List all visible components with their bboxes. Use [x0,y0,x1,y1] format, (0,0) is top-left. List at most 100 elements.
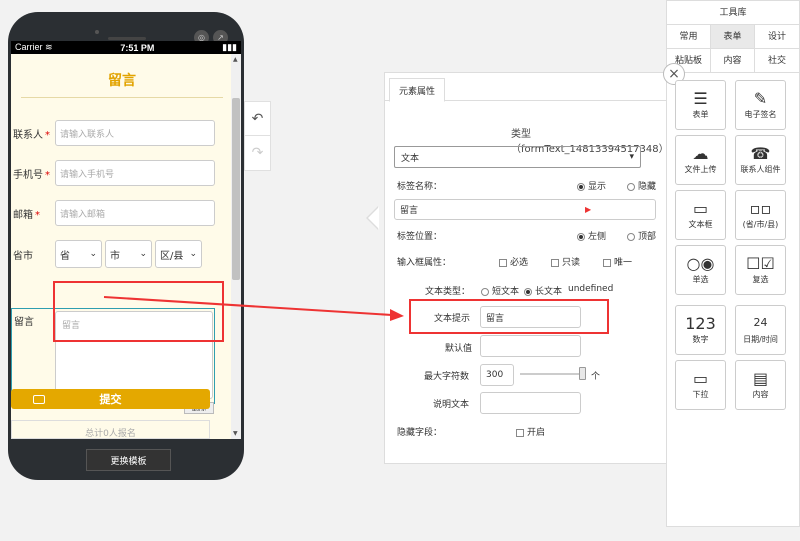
required-mark: * [45,129,50,141]
field-label: 邮箱 [13,209,33,221]
required-checkbox[interactable] [499,258,507,267]
readonly-checkbox[interactable] [551,258,559,267]
hidden-field-label: 隐藏字段： [397,428,443,438]
field-label: 留言 [14,317,34,328]
content-icon: ▤ [752,369,769,388]
signup-count: 总计0人报名 [11,420,210,439]
annotation-box-phone [53,281,224,342]
change-template-button[interactable]: 更换模板 [86,449,171,471]
panel-pointer [366,206,379,230]
tool-number[interactable]: 123 数字 [675,305,726,355]
region-icon: ▫▫ [749,199,772,218]
signature-icon: ✎ [753,89,768,108]
submit-button[interactable]: 提交 [11,389,210,409]
tab-social[interactable]: 社交 [755,49,799,73]
field-label: 省市 [13,250,33,262]
tool-checkbox[interactable]: ☐☑ 复选 [735,245,786,295]
default-value-label: 默认值 [445,344,473,354]
undo-icon[interactable]: ↶ [245,102,270,136]
phone-camera [95,30,99,34]
label-name-label: 标签名称： [397,182,443,192]
max-chars-label: 最大字符数 [424,372,470,382]
tool-contact[interactable]: ☎ 联系人组件 [735,135,786,185]
tab-element-properties[interactable]: 元素属性 [389,78,445,102]
checkbox-icon: ☐☑ [746,254,775,273]
number-icon: 123 [685,314,716,333]
district-select[interactable]: 区/县 ⌄ [155,240,202,268]
description-label: 说明文本 [433,400,470,410]
required-mark: * [35,209,40,221]
long-text-radio[interactable] [524,287,532,296]
unique-checkbox[interactable] [603,258,611,267]
phone-input[interactable]: 请输入手机号 [55,160,215,186]
input-attr-label: 输入框属性： [397,258,452,268]
tab-form[interactable]: 表单 [711,25,755,49]
chevron-down-icon: ⌄ [189,249,197,259]
chevron-down-icon: ⌄ [139,249,147,259]
phone-screen: Carrier ≋ 7:51 PM ▮▮▮ 留言 联系人 * 请输入联系人 手机号… [11,41,241,439]
default-value-input[interactable] [480,335,581,357]
email-input[interactable]: 请输入邮箱 [55,200,215,226]
form-title: 留言 [21,70,223,98]
field-label: 手机号 [13,169,43,181]
briefcase-icon [33,395,45,404]
type-select[interactable]: 文本 ▾ [394,146,641,168]
status-bar: Carrier ≋ 7:51 PM ▮▮▮ [11,41,241,54]
scroll-up-icon[interactable]: ▲ [233,56,238,63]
toolbox-title: 工具库 [667,1,799,25]
tab-content[interactable]: 内容 [711,49,755,73]
wifi-icon: ≋ [45,42,53,52]
tool-dropdown[interactable]: ▭ 下拉 [675,360,726,410]
field-contact: 联系人 * 请输入联系人 [13,120,215,146]
chevron-down-icon: ⌄ [89,249,97,259]
top-radio[interactable] [627,232,635,241]
left-radio[interactable] [577,232,585,241]
short-text-radio[interactable] [481,287,489,296]
tool-datetime[interactable]: 24 日期/时间 [735,305,786,355]
hidden-field-checkbox[interactable] [516,428,524,437]
max-chars-slider-handle[interactable] [579,367,586,380]
tool-region[interactable]: ▫▫ (省/市/县) [735,190,786,240]
scroll-thumb[interactable] [232,98,240,280]
max-chars-input[interactable]: 300 [480,364,514,386]
dropdown-icon: ▭ [692,369,709,388]
field-region: 省市 省 ⌄ 市 ⌄ 区/县 ⌄ [13,240,205,268]
field-email: 邮箱 * 请输入邮箱 [13,200,215,226]
tool-radio[interactable]: ○◉ 单选 [675,245,726,295]
city-select[interactable]: 市 ⌄ [105,240,152,268]
label-name-input[interactable]: 留言 ▶ [394,199,656,220]
radio-icon: ○◉ [686,254,715,273]
hide-radio[interactable] [627,182,635,191]
province-select[interactable]: 省 ⌄ [55,240,102,268]
properties-panel: 元素属性 类型（formText_14813394517348） 文本 ▾ 标签… [384,72,675,464]
tool-signature[interactable]: ✎ 电子签名 [735,80,786,130]
contact-icon: ☎ [750,144,771,163]
description-input[interactable] [480,392,581,414]
tool-content[interactable]: ▤ 内容 [735,360,786,410]
text-type-label: 文本类型： [425,287,471,297]
tool-form[interactable]: ☰ 表单 [675,80,726,130]
tab-common[interactable]: 常用 [667,25,711,49]
scroll-down-icon[interactable]: ▼ [233,430,238,437]
tool-upload[interactable]: ☁ 文件上传 [675,135,726,185]
carrier-label: Carrier [15,42,43,52]
history-controls: ↶ ↷ [244,101,271,171]
tab-design[interactable]: 设计 [755,25,799,49]
field-label: 联系人 [13,129,43,141]
battery-icon: ▮▮▮ [222,42,237,52]
max-chars-slider-track[interactable] [520,373,586,375]
dropdown-arrow-icon: ▾ [629,152,634,162]
upload-icon: ☁ [692,144,709,163]
contact-input[interactable]: 请输入联系人 [55,120,215,146]
annotation-box-panel [409,299,609,334]
form-area: 留言 联系人 * 请输入联系人 手机号 * 请输入手机号 邮箱 * 请输入邮箱 省市 … [11,54,231,439]
clock: 7:51 PM [120,42,155,53]
unit-label: 个 [591,372,601,382]
tool-textbox[interactable]: ▭ 文本框 [675,190,726,240]
field-phone: 手机号 * 请输入手机号 [13,160,215,186]
form-icon: ☰ [693,89,708,108]
show-radio[interactable] [577,182,585,191]
scrollbar[interactable]: ▲ ▼ [231,54,241,439]
redo-icon[interactable]: ↷ [245,136,270,170]
phone-speaker [108,37,146,40]
